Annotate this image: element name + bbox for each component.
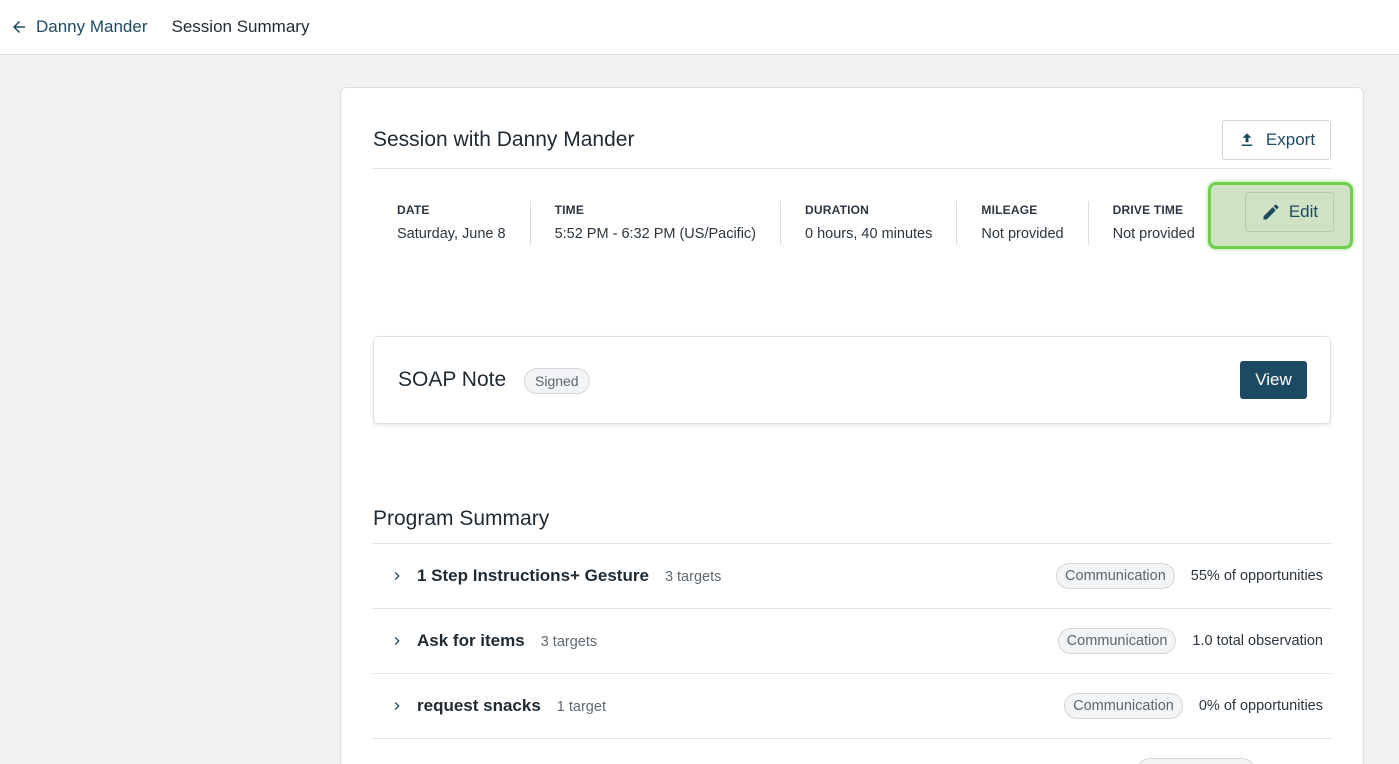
meta-mileage: MILEAGE Not provided bbox=[957, 201, 1089, 245]
program-tag: Communication bbox=[1057, 628, 1177, 654]
program-name-text: 1 Step Instructions+ Gesture bbox=[417, 566, 649, 585]
meta-value: Saturday, June 8 bbox=[397, 226, 506, 242]
program-name: request snacks 1 target bbox=[417, 696, 606, 716]
program-name: Ask for items 3 targets bbox=[417, 631, 597, 651]
program-name-text: Ask for items bbox=[417, 631, 525, 650]
chevron-right-icon[interactable] bbox=[389, 568, 405, 584]
program-list: 1 Step Instructions+ Gesture 3 targets Co… bbox=[373, 543, 1331, 739]
divider bbox=[373, 168, 1331, 169]
program-targets: 3 targets bbox=[664, 569, 722, 585]
program-tag-partial bbox=[1137, 758, 1255, 764]
program-meta: Communication 0% of opportunities bbox=[1064, 693, 1323, 719]
meta-value: Not provided bbox=[981, 226, 1064, 242]
back-link-label[interactable]: Danny Mander bbox=[36, 17, 148, 37]
program-tag: Communication bbox=[1056, 563, 1175, 589]
program-row[interactable]: 1 Step Instructions+ Gesture 3 targets Co… bbox=[373, 544, 1331, 609]
meta-value: 5:52 PM - 6:32 PM (US/Pacific) bbox=[554, 226, 757, 242]
meta-label: DATE bbox=[397, 203, 430, 217]
chevron-right-icon[interactable] bbox=[389, 698, 405, 714]
meta-date: DATE Saturday, June 8 bbox=[373, 201, 531, 245]
arrow-left-icon bbox=[13, 21, 25, 33]
program-tag: Communication bbox=[1064, 693, 1183, 719]
program-targets: 1 target bbox=[556, 699, 606, 715]
program-meta: Communication 1.0 total observation bbox=[1057, 628, 1323, 654]
program-stat: 55% of opportunities bbox=[1190, 568, 1323, 584]
meta-duration: DURATION 0 hours, 40 minutes bbox=[781, 201, 958, 245]
meta-value: Not provided bbox=[1112, 226, 1195, 242]
export-label: Export bbox=[1265, 130, 1316, 149]
edit-highlight: Edit bbox=[1208, 182, 1353, 249]
program-name: 1 Step Instructions+ Gesture 3 targets bbox=[417, 566, 721, 586]
meta-value: 0 hours, 40 minutes bbox=[805, 226, 933, 242]
upload-icon bbox=[1241, 133, 1253, 146]
page-title: Session Summary bbox=[171, 17, 310, 36]
back-link[interactable]: Danny Mander bbox=[10, 17, 148, 37]
meta-label: DRIVE TIME bbox=[1112, 203, 1184, 217]
top-bar: Danny Mander Session Summary bbox=[0, 0, 1399, 55]
program-meta: Communication 55% of opportunities bbox=[1056, 563, 1323, 589]
program-summary-title: Program Summary bbox=[373, 507, 550, 530]
session-title: Session with Danny Mander bbox=[373, 128, 635, 151]
soap-title: SOAP Note bbox=[398, 368, 507, 391]
meta-label: TIME bbox=[554, 203, 585, 217]
pencil-icon bbox=[1263, 204, 1279, 220]
edit-label: Edit bbox=[1288, 202, 1319, 221]
session-card: Session with Danny Mander Export DATE Sa… bbox=[340, 87, 1364, 764]
meta-label: DURATION bbox=[805, 203, 870, 217]
meta-time: TIME 5:52 PM - 6:32 PM (US/Pacific) bbox=[531, 201, 782, 245]
program-targets: 3 targets bbox=[540, 634, 598, 650]
status-badge: Signed bbox=[524, 368, 590, 394]
edit-button[interactable]: Edit bbox=[1245, 192, 1334, 232]
chevron-right-icon[interactable] bbox=[389, 633, 405, 649]
view-button[interactable]: View bbox=[1240, 361, 1307, 399]
session-meta: DATE Saturday, June 8 TIME 5:52 PM - 6:3… bbox=[373, 201, 1219, 245]
meta-drive-time: DRIVE TIME Not provided bbox=[1089, 201, 1219, 245]
meta-label: MILEAGE bbox=[981, 203, 1038, 217]
soap-note-card: SOAP Note Signed View bbox=[373, 336, 1331, 424]
export-button[interactable]: Export bbox=[1222, 120, 1331, 160]
program-row[interactable]: Ask for items 3 targets Communication 1.0… bbox=[373, 609, 1331, 674]
program-stat: 1.0 total observation bbox=[1192, 633, 1323, 649]
program-name-text: request snacks bbox=[417, 696, 541, 715]
program-row[interactable]: request snacks 1 target Communication 0% … bbox=[373, 674, 1331, 739]
program-stat: 0% of opportunities bbox=[1198, 698, 1323, 714]
